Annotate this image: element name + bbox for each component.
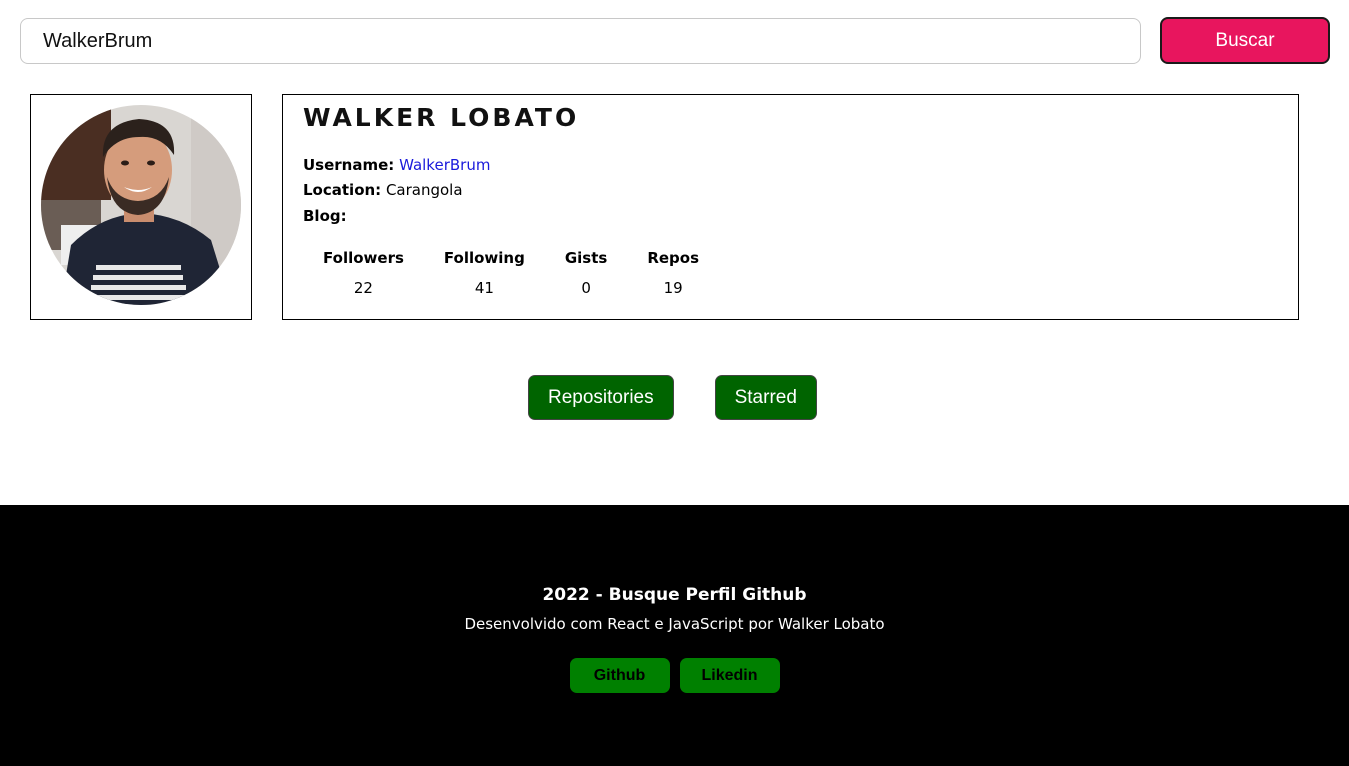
stat-followers: Followers 22 (303, 249, 424, 297)
footer-links: Github Likedin (0, 658, 1349, 693)
search-button[interactable]: Buscar (1160, 17, 1330, 64)
stat-gists: Gists 0 (545, 249, 627, 297)
tab-buttons: Repositories Starred (528, 375, 817, 420)
github-link-button[interactable]: Github (569, 658, 670, 693)
starred-button[interactable]: Starred (714, 375, 817, 420)
stat-value: 0 (581, 279, 591, 297)
stat-label: Gists (564, 249, 608, 267)
username-link[interactable]: WalkerBrum (399, 156, 490, 174)
footer-subtitle: Desenvolvido com React e JavaScript por … (464, 615, 885, 633)
stat-following: Following 41 (424, 249, 545, 297)
stat-value: 22 (353, 279, 373, 297)
avatar (41, 105, 241, 305)
stat-value: 41 (474, 279, 494, 297)
linkedin-link-button[interactable]: Likedin (679, 658, 780, 693)
profile-name: WALKER LOBATO (303, 103, 580, 132)
username-row: Username: WalkerBrum (303, 156, 490, 174)
location-label: Location: (303, 181, 382, 199)
stat-label: Followers (323, 249, 404, 267)
stat-value: 19 (663, 279, 683, 297)
profile-info-card: WALKER LOBATO Username: WalkerBrum Locat… (282, 94, 1299, 320)
stat-label: Repos (647, 249, 700, 267)
location-row: Location: Carangola (303, 181, 463, 199)
footer-title: 2022 - Busque Perfil Github (542, 585, 807, 605)
blog-row: Blog: (303, 207, 347, 225)
avatar-card (30, 94, 252, 320)
blog-label: Blog: (303, 207, 347, 225)
repositories-button[interactable]: Repositories (528, 375, 674, 420)
username-label: Username: (303, 156, 395, 174)
stat-repos: Repos 19 (627, 249, 719, 297)
stat-label: Following (443, 249, 525, 267)
search-input[interactable] (20, 18, 1141, 64)
stats: Followers 22 Following 41 Gists 0 Repos … (303, 249, 719, 297)
search-bar: Buscar (20, 17, 1330, 64)
location-value: Carangola (385, 181, 463, 199)
footer: 2022 - Busque Perfil Github Desenvolvido… (0, 505, 1349, 766)
